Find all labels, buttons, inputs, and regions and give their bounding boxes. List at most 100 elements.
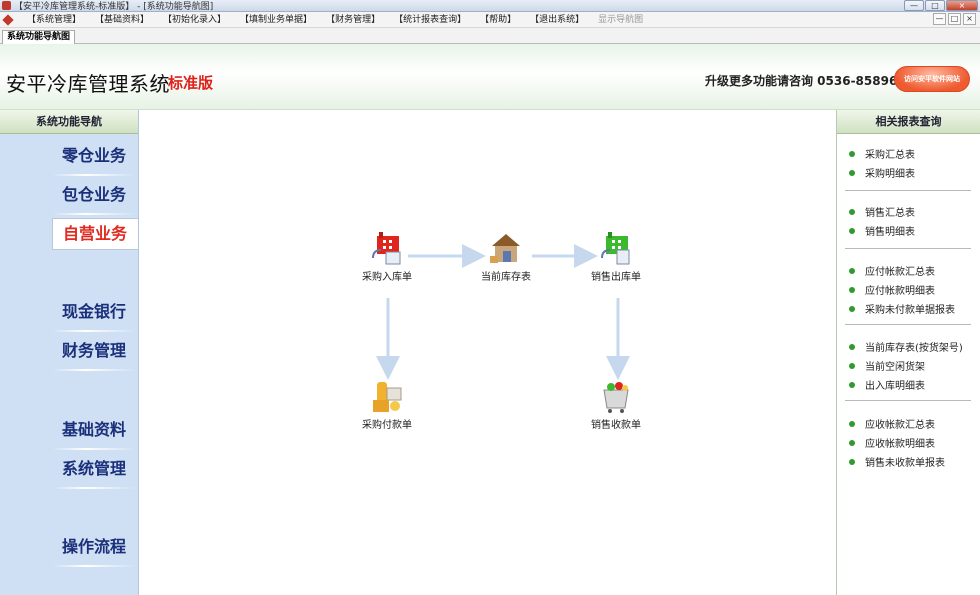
mdi-close-button[interactable]: ×	[963, 13, 976, 25]
app-menu-icon[interactable]	[2, 14, 18, 26]
title-bar: 【安平冷库管理系统-标准版】 - [系统功能导航图] — □ ×	[0, 0, 980, 12]
node-sales-out[interactable]: 销售出库单	[576, 230, 656, 283]
report-link[interactable]: 当前空闲货架	[845, 356, 971, 375]
report-link[interactable]: 采购汇总表	[845, 144, 971, 163]
bullet-icon	[849, 227, 855, 234]
left-navigation-header: 系统功能导航	[0, 110, 138, 134]
report-label: 当前空闲货架	[865, 362, 925, 373]
report-label: 应收帐款明细表	[865, 439, 935, 450]
app-title: 安平冷库管理系统	[6, 72, 170, 96]
window-controls: — □ ×	[904, 0, 978, 12]
report-link[interactable]: 应付帐款明细表	[845, 280, 971, 299]
visit-website-button[interactable]: 访问安平软件网站	[894, 66, 970, 92]
node-sales-receipt[interactable]: 销售收款单	[576, 378, 656, 431]
mdi-minimize-button[interactable]: —	[933, 13, 946, 25]
bullet-icon	[849, 362, 855, 369]
report-label: 销售明细表	[865, 227, 915, 238]
report-link[interactable]: 应付帐款汇总表	[845, 261, 971, 280]
node-current-stock[interactable]: 当前库存表	[466, 230, 546, 283]
menu-reports[interactable]: 【统计报表查询】	[387, 13, 473, 27]
mdi-controls: — □ ×	[933, 13, 976, 25]
mdi-restore-button[interactable]: □	[948, 13, 961, 25]
nav-item-system[interactable]: 系统管理	[52, 455, 138, 489]
factory-out-icon	[598, 230, 634, 266]
header-banner: 安平冷库管理系统 标准版 升级更多功能请咨询 0536-8589685 访问安平…	[0, 44, 980, 110]
nav-item-finance[interactable]: 财务管理	[52, 337, 138, 371]
bullet-icon	[849, 286, 855, 293]
workflow-diagram: 采购入库单 当前库存表 销售出库单 采购付款单 销售收款单	[140, 110, 836, 595]
menu-finance[interactable]: 【财务管理】	[319, 13, 387, 27]
bullet-icon	[849, 208, 855, 215]
report-link[interactable]: 销售明细表	[845, 221, 971, 240]
report-label: 应付帐款汇总表	[865, 267, 935, 278]
node-purchase-in-label: 采购入库单	[362, 272, 412, 283]
report-label: 应收帐款汇总表	[865, 420, 935, 431]
payment-icon	[369, 378, 405, 414]
menu-show-navigation: 显示导航图	[598, 14, 644, 25]
node-purchase-payment[interactable]: 采购付款单	[347, 378, 427, 431]
report-link[interactable]: 当前库存表(按货架号)	[845, 337, 971, 356]
bullet-icon	[849, 267, 855, 274]
bullet-icon	[849, 420, 855, 427]
bullet-icon	[849, 150, 855, 157]
node-sales-receipt-label: 销售收款单	[591, 420, 641, 431]
report-group-sales: 销售汇总表 销售明细表	[845, 202, 971, 249]
close-button[interactable]: ×	[946, 0, 978, 11]
app-icon	[2, 1, 11, 10]
reports-panel-header: 相关报表查询	[837, 110, 980, 134]
bullet-icon	[849, 169, 855, 176]
reports-panel: 相关报表查询 采购汇总表 采购明细表 销售汇总表 销售明细表 应付帐款汇总表 应…	[836, 110, 980, 595]
nav-item-workflow[interactable]: 操作流程	[52, 533, 138, 567]
menu-exit[interactable]: 【退出系统】	[523, 13, 591, 27]
report-link[interactable]: 采购未付款单据报表	[845, 299, 971, 318]
contact-info: 升级更多功能请咨询 0536-8589685	[705, 74, 915, 88]
bullet-icon	[849, 439, 855, 446]
receipt-icon	[598, 378, 634, 414]
report-label: 销售未收款单报表	[865, 458, 945, 469]
report-group-purchase: 采购汇总表 采购明细表	[845, 144, 971, 191]
report-link[interactable]: 应收帐款明细表	[845, 433, 971, 452]
menu-system[interactable]: 【系统管理】	[20, 13, 88, 27]
bullet-icon	[849, 458, 855, 465]
node-sales-out-label: 销售出库单	[591, 272, 641, 283]
nav-item-cash-bank[interactable]: 现金银行	[52, 298, 138, 332]
report-group-receivables: 应收帐款汇总表 应收帐款明细表 销售未收款单报表	[845, 414, 971, 471]
node-purchase-in[interactable]: 采购入库单	[347, 230, 427, 283]
report-link[interactable]: 出入库明细表	[845, 375, 971, 394]
bullet-icon	[849, 343, 855, 350]
menu-help[interactable]: 【帮助】	[473, 13, 523, 27]
report-label: 当前库存表(按货架号)	[865, 343, 963, 354]
maximize-button[interactable]: □	[925, 0, 945, 11]
report-link[interactable]: 应收帐款汇总表	[845, 414, 971, 433]
report-label: 应付帐款明细表	[865, 286, 935, 297]
tab-navigation[interactable]: 系统功能导航图	[2, 30, 76, 44]
flow-arrows	[376, 244, 630, 380]
bullet-icon	[849, 381, 855, 388]
report-group-payables: 应付帐款汇总表 应付帐款明细表 采购未付款单据报表	[845, 261, 971, 325]
report-label: 销售汇总表	[865, 208, 915, 219]
report-link[interactable]: 销售未收款单报表	[845, 452, 971, 471]
menu-business-docs[interactable]: 【填制业务单据】	[233, 13, 319, 27]
warehouse-icon	[488, 230, 524, 266]
nav-item-retail-storage[interactable]: 零仓业务	[52, 142, 138, 176]
edition-label: 标准版	[168, 74, 214, 92]
report-label: 采购汇总表	[865, 150, 915, 161]
report-label: 采购未付款单据报表	[865, 305, 955, 316]
menu-base-data[interactable]: 【基础资料】	[88, 13, 156, 27]
menu-init-entry[interactable]: 【初始化录入】	[156, 13, 233, 27]
report-link[interactable]: 销售汇总表	[845, 202, 971, 221]
left-navigation: 系统功能导航 零仓业务 包仓业务 自营业务 现金银行 财务管理 基础资料 系统管…	[0, 110, 139, 595]
nav-item-self-operated[interactable]: 自营业务	[52, 218, 138, 250]
factory-in-icon	[369, 230, 405, 266]
report-label: 出入库明细表	[865, 381, 925, 392]
node-current-stock-label: 当前库存表	[481, 272, 531, 283]
nav-item-base-data[interactable]: 基础资料	[52, 416, 138, 450]
nav-item-package-storage[interactable]: 包仓业务	[52, 181, 138, 215]
node-purchase-payment-label: 采购付款单	[362, 420, 412, 431]
minimize-button[interactable]: —	[904, 0, 924, 11]
menu-bar: 【系统管理】 【基础资料】 【初始化录入】 【填制业务单据】 【财务管理】 【统…	[0, 12, 980, 28]
tab-strip: 系统功能导航图	[0, 28, 980, 44]
report-group-inventory: 当前库存表(按货架号) 当前空闲货架 出入库明细表	[845, 337, 971, 401]
report-label: 采购明细表	[865, 169, 915, 180]
report-link[interactable]: 采购明细表	[845, 163, 971, 182]
